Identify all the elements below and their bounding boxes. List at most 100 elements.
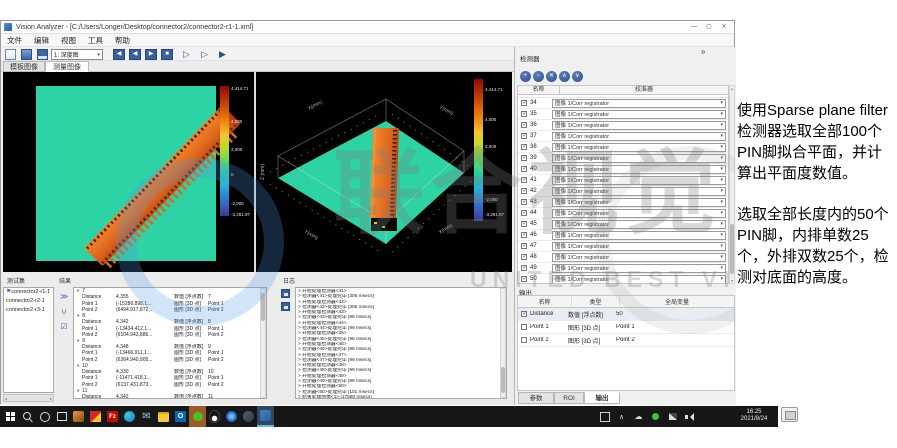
app-red-icon[interactable] (87, 406, 104, 427)
detector-row[interactable]: 43图像 1/Corr registrator▾ (518, 197, 728, 208)
prev-frame-button[interactable]: ◀ (129, 49, 141, 60)
filezilla-icon[interactable] (104, 406, 121, 427)
save-log-icon[interactable] (281, 289, 290, 298)
detector-row[interactable]: 38图像 1/Corr registrator▾ (518, 142, 728, 153)
explorer-icon[interactable] (155, 406, 172, 427)
tab-measure-image[interactable]: 测量图像 (45, 61, 89, 72)
row-checkbox[interactable] (521, 144, 527, 150)
detector-row[interactable]: 45图像 1/Corr registrator▾ (518, 219, 728, 230)
maximize-button[interactable]: ▢ (703, 23, 715, 32)
app-paw-icon[interactable] (70, 406, 87, 427)
detector-row[interactable]: 36图像 1/Corr registrator▾ (518, 120, 728, 131)
detector-row[interactable]: 37图像 1/Corr registrator▾ (518, 131, 728, 142)
task-view-icon[interactable] (53, 406, 70, 427)
log-output[interactable]: > 开始处理检测器<41>> 检测器<41>处理完毕 [306 msecs]> … (295, 287, 507, 399)
detector-row[interactable]: 34图像 1/Corr registrator▾ (518, 98, 728, 109)
next-frame-button[interactable]: ▶ (145, 49, 157, 60)
detector-row[interactable]: 35图像 1/Corr registrator▾ (518, 109, 728, 120)
close-button[interactable]: ✕ (718, 23, 730, 32)
row-checkbox[interactable] (521, 324, 527, 330)
testset-item[interactable]: connector2-r1-1⚑ (4, 288, 53, 297)
row-checkbox[interactable] (521, 243, 527, 249)
detector-row[interactable]: 44图像 1/Corr registrator▾ (518, 208, 728, 219)
source-dropdown[interactable]: 图像 1/Corr registrator▾ (552, 154, 726, 163)
compare-results-icon[interactable]: ∪ (57, 304, 71, 319)
tray-expand-icon[interactable] (613, 406, 630, 427)
tab-template-image[interactable]: 模板图像 (3, 61, 45, 72)
scroll-left-icon[interactable]: ◂ (5, 396, 7, 401)
result-row[interactable]: Point 2(6364.940,905...图形 [3D 点]Point 2 (74, 357, 266, 363)
result-row[interactable]: Point 2(6104.943,886...图形 [3D 点]Point 2 (74, 332, 266, 338)
source-dropdown[interactable]: 图像 1/Corr registrator▾ (552, 231, 726, 240)
stop-button[interactable]: ■ (161, 49, 173, 60)
source-dropdown[interactable]: 图像 1/Corr registrator▾ (552, 220, 726, 229)
detector-row[interactable]: 39图像 1/Corr registrator▾ (518, 153, 728, 164)
expander-icon[interactable]: ▾ (77, 388, 79, 394)
outlook-icon[interactable] (172, 406, 189, 427)
start-icon[interactable] (2, 406, 19, 427)
browser-icon[interactable] (223, 406, 240, 427)
log-scrollbar[interactable] (500, 288, 506, 398)
testset-hscrollbar[interactable]: ◂▸ (3, 394, 54, 402)
delete-detector-button[interactable]: ✕ (546, 71, 557, 82)
source-dropdown[interactable]: 图像 1/Corr registrator▾ (552, 132, 726, 141)
menu-item[interactable]: 工具 (82, 34, 109, 46)
output-row[interactable]: Point 2图形 [3D 点]Point 2 (518, 334, 734, 347)
detector-row[interactable]: 49图像 1/Corr registrator▾ (518, 263, 728, 274)
run-results-icon[interactable]: ≫ (57, 289, 71, 304)
source-dropdown[interactable]: 图像 1/Corr registrator▾ (552, 165, 726, 174)
remove-detector-button[interactable]: − (533, 71, 544, 82)
view-3d[interactable]: X(mm) Y(mm) Y(mm) X(mm) Z (mm) 4,414.714… (256, 72, 512, 272)
open-file-icon[interactable] (21, 49, 32, 60)
expander-icon[interactable]: ▾ (77, 313, 79, 319)
detector-row[interactable]: 41图像 1/Corr registrator▾ (518, 175, 728, 186)
result-row[interactable]: Point 2(6137.431,873...图形 [3D 点]Point 2 (74, 382, 266, 388)
source-dropdown[interactable]: 图像 1/Corr registrator▾ (552, 143, 726, 152)
menu-item[interactable]: 编辑 (28, 34, 55, 46)
expander-icon[interactable]: ▾ (77, 363, 79, 369)
expander-icon[interactable]: ▾ (77, 338, 79, 344)
new-file-icon[interactable] (5, 49, 16, 60)
row-checkbox[interactable] (521, 155, 527, 161)
status-dot-icon[interactable] (647, 406, 664, 427)
run-single-icon[interactable]: ▷ (201, 48, 208, 60)
source-dropdown[interactable]: 图像 1/Corr registrator▾ (552, 242, 726, 251)
edge-icon[interactable] (121, 406, 138, 427)
output-row[interactable]: Point 1图形 [3D 点]Point 1 (518, 321, 734, 334)
source-dropdown[interactable]: 图像 1/Corr registrator▾ (552, 121, 726, 130)
detector-row[interactable]: 46图像 1/Corr registrator▾ (518, 230, 728, 241)
view-selector-dropdown[interactable]: 1: 深度图 ▾ (51, 49, 103, 60)
wechat-icon[interactable] (189, 406, 206, 427)
row-checkbox[interactable] (521, 232, 527, 238)
menu-item[interactable]: 帮助 (109, 34, 136, 46)
row-checkbox[interactable] (521, 133, 527, 139)
menu-item[interactable]: 视图 (55, 34, 82, 46)
first-frame-button[interactable]: ◀ (113, 49, 125, 60)
vision-analyzer-icon[interactable] (257, 406, 274, 427)
source-dropdown[interactable]: 图像 1/Corr registrator▾ (552, 99, 726, 108)
output-row[interactable]: Distance数值 [浮点数]50 (518, 308, 734, 321)
detector-row[interactable]: 50图像 1/Corr registrator▾ (518, 274, 728, 284)
source-dropdown[interactable]: 图像 1/Corr registrator▾ (552, 209, 726, 218)
taskbar-clock[interactable]: 16:25 2021/8/24 (731, 409, 777, 423)
onedrive-icon[interactable] (630, 406, 647, 427)
row-checkbox[interactable] (521, 111, 527, 117)
tab-roi[interactable]: ROI (554, 392, 584, 404)
detector-scrollbar[interactable]: ▴ ▾ (729, 85, 735, 284)
row-checkbox[interactable] (521, 311, 527, 317)
save-file-icon[interactable] (37, 49, 48, 60)
row-checkbox[interactable] (521, 177, 527, 183)
tab-output[interactable]: 输出 (584, 392, 620, 404)
detector-row[interactable]: 48图像 1/Corr registrator▾ (518, 252, 728, 263)
ime-icon[interactable] (596, 406, 613, 427)
detector-row[interactable]: 40图像 1/Corr registrator▾ (518, 164, 728, 175)
testset-item[interactable]: connector2-r2-1 (4, 297, 53, 306)
row-checkbox[interactable] (521, 188, 527, 194)
source-dropdown[interactable]: 图像 1/Corr registrator▾ (552, 253, 726, 262)
detector-row[interactable]: 47图像 1/Corr registrator▾ (518, 241, 728, 252)
checklist-icon[interactable]: ☑ (57, 319, 71, 334)
depth-image-view[interactable]: 4,414.714,0002,0000-2,000-3,281.97 (3, 72, 254, 272)
testset-item[interactable]: connector2-r3-1 (4, 306, 53, 315)
move-up-button[interactable]: ∧ (559, 71, 570, 82)
minimize-button[interactable]: — (688, 23, 700, 32)
